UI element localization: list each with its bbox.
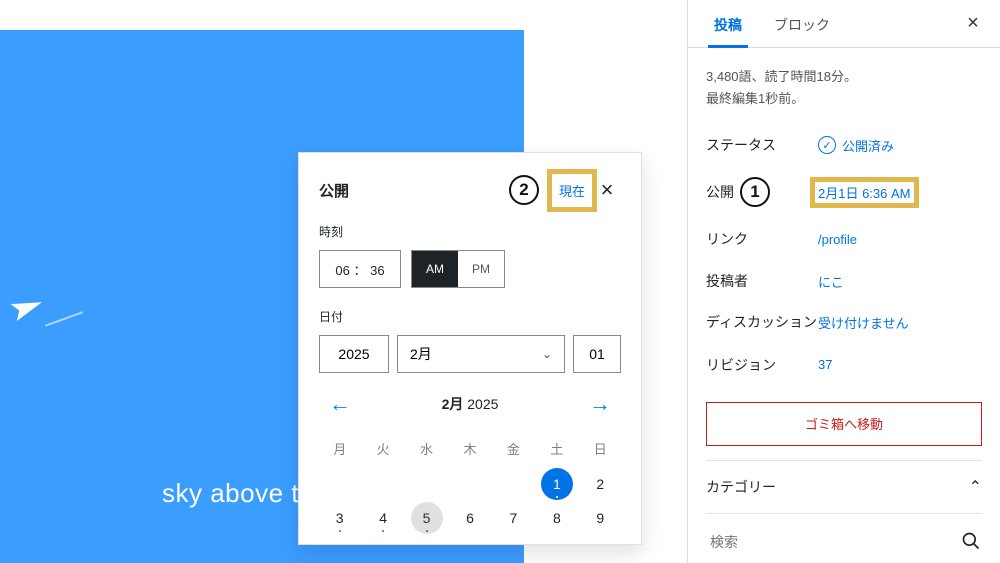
next-month-button[interactable]: → [583, 391, 617, 417]
calendar-day[interactable]: 8 [541, 502, 573, 534]
revisions-value[interactable]: 37 [818, 357, 832, 372]
calendar-dow: 金 [493, 431, 534, 466]
day-input[interactable] [573, 335, 621, 373]
calendar-grid: 月火水木金土日12 3456789 [319, 431, 621, 534]
close-sidebar-icon[interactable]: × [958, 9, 988, 39]
month-select-value: 2月 [410, 344, 432, 364]
airplane-icon [6, 287, 55, 340]
category-search-input[interactable] [706, 526, 960, 558]
chevron-up-icon: ⌃ [969, 477, 982, 497]
time-input[interactable] [319, 250, 401, 288]
settings-sidebar: 投稿 ブロック × 3,480語、読了時間18分。 最終編集1秒前。 ステータス… [687, 0, 1000, 563]
discussion-value[interactable]: 受け付けません [818, 313, 909, 332]
calendar-day[interactable]: 5 [411, 502, 443, 534]
discussion-label: ディスカッション [706, 313, 818, 333]
tab-post[interactable]: 投稿 [700, 1, 756, 47]
sidebar-tabs: 投稿 ブロック × [688, 0, 1000, 48]
calendar-dow: 木 [449, 431, 490, 466]
month-select[interactable]: 2月 ⌄ [397, 335, 565, 373]
close-icon[interactable]: × [593, 176, 621, 204]
calendar-day[interactable]: 4 [367, 502, 399, 534]
annotation-1: 1 [740, 177, 770, 207]
calendar-day[interactable]: 1 [541, 468, 573, 500]
chevron-down-icon: ⌄ [542, 347, 552, 361]
link-value[interactable]: /profile [818, 232, 857, 247]
prev-month-button[interactable]: ← [323, 391, 357, 417]
pm-button[interactable]: PM [458, 251, 504, 287]
calendar-day[interactable]: 6 [454, 502, 486, 534]
image-caption[interactable]: sky above t [162, 478, 299, 509]
post-summary: 3,480語、読了時間18分。 最終編集1秒前。 [706, 66, 982, 110]
link-label: リンク [706, 229, 818, 249]
calendar-day[interactable]: 2 [584, 468, 616, 500]
categories-panel-title: カテゴリー [706, 477, 776, 497]
calendar-dow: 火 [362, 431, 403, 466]
calendar-day[interactable]: 9 [584, 502, 616, 534]
status-label: ステータス [706, 135, 818, 155]
calendar-day[interactable]: 3 [324, 502, 356, 534]
date-label: 日付 [319, 308, 621, 325]
revisions-label: リビジョン [706, 355, 818, 375]
calendar-day[interactable]: 7 [497, 502, 529, 534]
author-value[interactable]: にこ [818, 272, 844, 291]
calendar-dow: 水 [406, 431, 447, 466]
tab-block[interactable]: ブロック [760, 1, 844, 47]
search-icon[interactable] [960, 531, 982, 553]
am-button[interactable]: AM [412, 251, 458, 287]
categories-panel-toggle[interactable]: カテゴリー ⌃ [706, 460, 982, 513]
publish-date-value[interactable]: 2月1日 6:36 AM [818, 183, 911, 202]
ampm-toggle: AM PM [411, 250, 505, 288]
check-circle-icon: ✓ [818, 136, 836, 154]
editor-canvas: sky above t 公開 2 現在 × 時刻 AM PM 日付 2月 ⌄ [0, 0, 686, 563]
calendar-dow: 土 [536, 431, 577, 466]
calendar-dow: 月 [319, 431, 360, 466]
publish-label: 公開 1 [706, 177, 818, 207]
popover-title: 公開 [319, 180, 509, 201]
author-label: 投稿者 [706, 271, 818, 291]
status-value[interactable]: ✓ 公開済み [818, 136, 894, 155]
year-input[interactable] [319, 335, 389, 373]
now-button[interactable]: 現在 [557, 177, 587, 204]
calendar-title: 2月 2025 [442, 394, 499, 414]
trash-button[interactable]: ゴミ箱へ移動 [706, 402, 982, 446]
publish-date-popover: 公開 2 現在 × 時刻 AM PM 日付 2月 ⌄ ← [298, 152, 642, 545]
annotation-2: 2 [509, 175, 539, 205]
time-label: 時刻 [319, 223, 621, 240]
calendar-dow: 日 [580, 431, 621, 466]
